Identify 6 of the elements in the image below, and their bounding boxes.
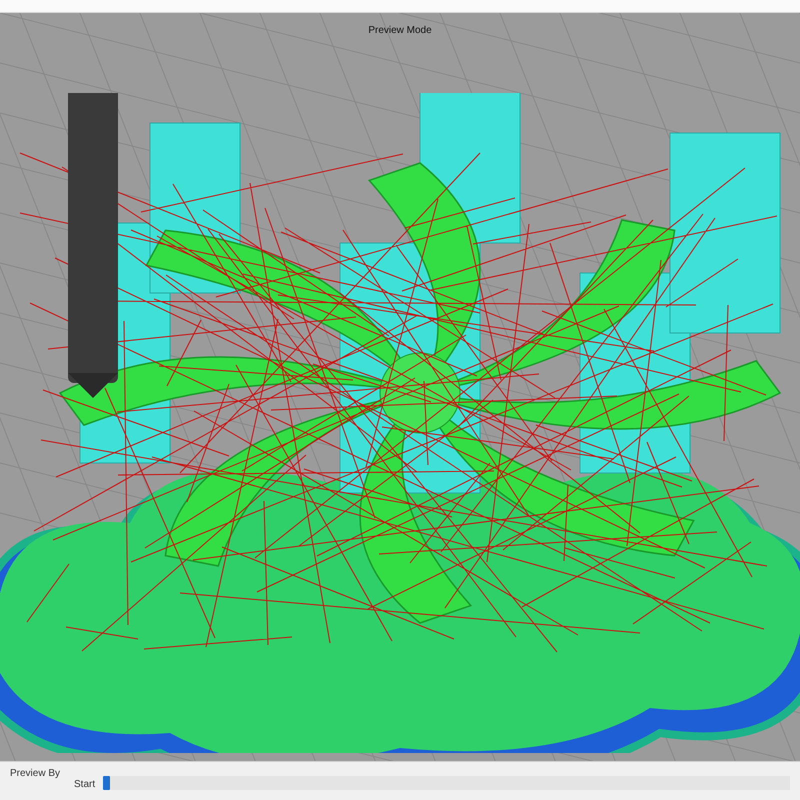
slider-thumb[interactable] xyxy=(103,776,110,790)
slider-label: Start xyxy=(74,779,96,790)
start-slider[interactable] xyxy=(103,776,790,790)
group-title: Preview By xyxy=(10,768,60,779)
3d-viewport[interactable]: Preview Mode xyxy=(0,13,800,761)
preview-mode-label: Preview Mode xyxy=(368,25,432,36)
